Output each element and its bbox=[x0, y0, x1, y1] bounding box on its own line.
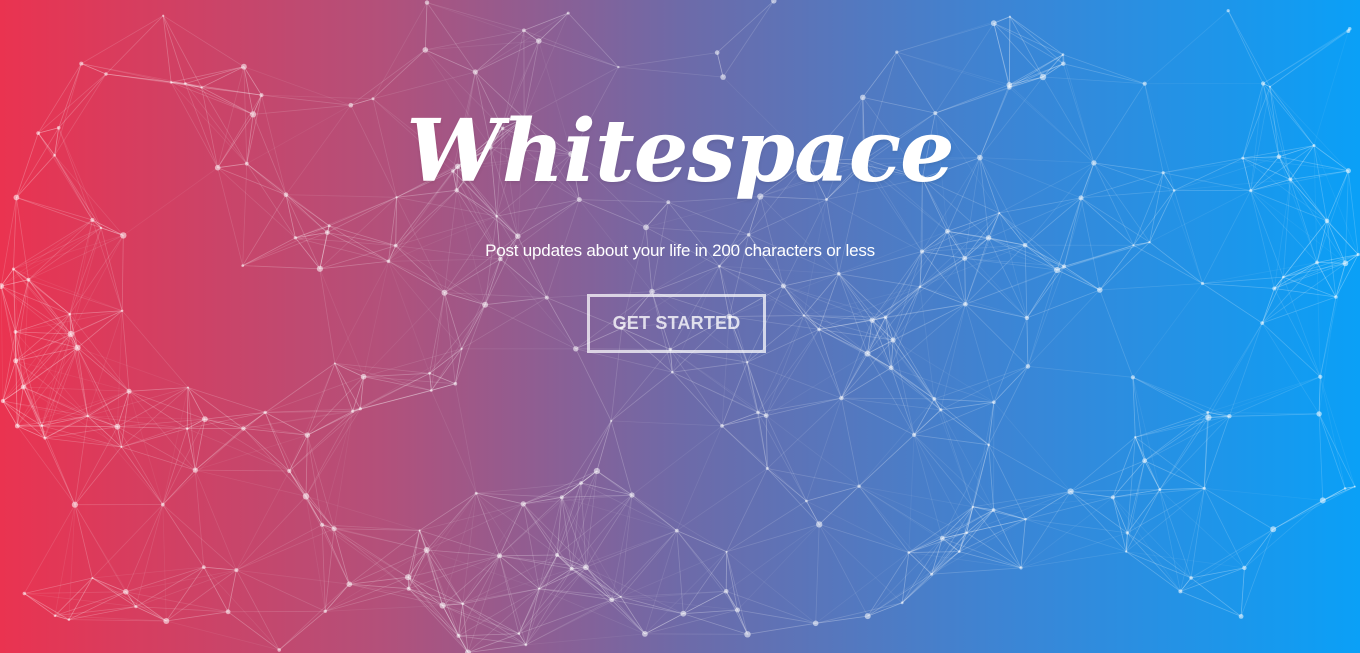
hero-tagline: Post updates about your life in 200 char… bbox=[485, 241, 875, 260]
get-started-button[interactable]: GET STARTED bbox=[587, 294, 766, 353]
hero-section: Whitespace Post updates about your life … bbox=[0, 0, 1360, 653]
site-logo-title: Whitespace bbox=[406, 101, 955, 202]
